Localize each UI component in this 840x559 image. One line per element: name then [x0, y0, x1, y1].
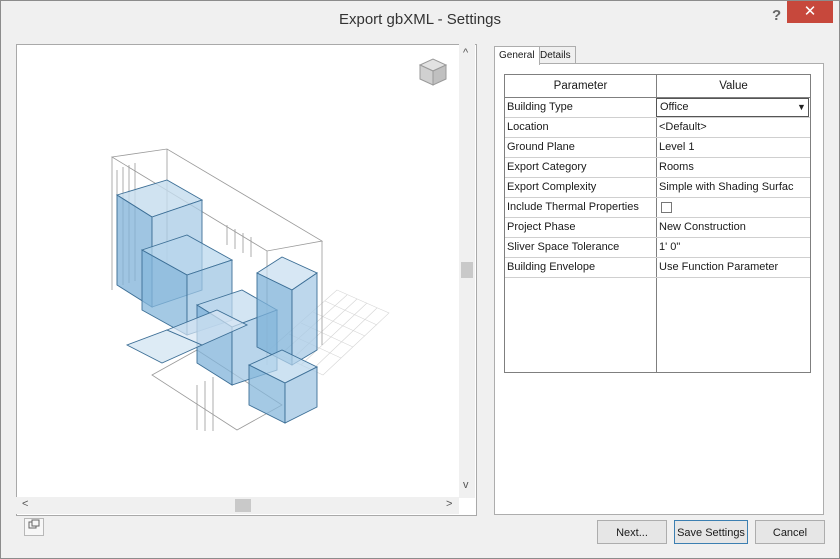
help-button[interactable]: ? — [772, 7, 781, 24]
parameter-cell: Export Category — [507, 161, 587, 173]
value-cell[interactable]: Level 1 — [657, 138, 809, 157]
tab-general[interactable]: General — [494, 46, 540, 65]
parameter-cell: Location — [507, 121, 549, 133]
title-bar: Export gbXML - Settings ? ✕ — [1, 1, 839, 38]
thermal-properties-checkbox[interactable] — [661, 202, 672, 213]
parameter-cell: Include Thermal Properties — [507, 201, 639, 213]
value-cell[interactable]: Use Function Parameter — [657, 258, 809, 277]
value-column-header: Value — [719, 80, 748, 92]
table-row[interactable]: Building Type Office ▼ — [505, 98, 810, 118]
viewcube-icon[interactable] — [418, 58, 448, 86]
value-cell[interactable]: <Default> — [657, 118, 809, 137]
table-row[interactable]: Export Complexity Simple with Shading Su… — [505, 178, 810, 198]
table-row[interactable]: Ground Plane Level 1 — [505, 138, 810, 158]
value-cell[interactable]: Simple with Shading Surfac — [657, 178, 809, 197]
parameter-cell: Export Complexity — [507, 181, 597, 193]
chevron-down-icon[interactable]: ▼ — [796, 100, 807, 115]
space-volumes — [115, 179, 319, 424]
parameter-cell: Ground Plane — [507, 141, 575, 153]
table-row[interactable]: Include Thermal Properties — [505, 198, 810, 218]
table-row[interactable]: Export Category Rooms — [505, 158, 810, 178]
table-row[interactable]: Sliver Space Tolerance 1' 0" — [505, 238, 810, 258]
value-cell[interactable]: Rooms — [657, 158, 809, 177]
parameter-cell: Building Envelope — [507, 261, 596, 273]
grid-header: Parameter Value — [505, 75, 810, 98]
building-model-preview — [110, 58, 448, 431]
parameter-cell: Sliver Space Tolerance — [507, 241, 620, 253]
vertical-scrollbar[interactable]: ^ v — [459, 44, 475, 498]
scroll-right-arrow[interactable]: > — [446, 498, 452, 510]
save-settings-button[interactable]: Save Settings — [674, 520, 748, 544]
view-toggle-icon[interactable] — [24, 518, 44, 536]
scroll-left-arrow[interactable]: < — [22, 498, 28, 510]
building-type-select[interactable]: Office ▼ — [656, 98, 809, 117]
scroll-up-arrow[interactable]: ^ — [463, 47, 468, 59]
value-cell[interactable]: New Construction — [657, 218, 809, 237]
close-button[interactable]: ✕ — [787, 1, 833, 23]
horizontal-scroll-thumb[interactable] — [235, 499, 251, 512]
settings-grid: Parameter Value Building Type Office ▼ L… — [504, 74, 811, 373]
select-value: Office — [660, 101, 689, 113]
dialog-title: Export gbXML - Settings — [338, 11, 502, 28]
scroll-down-arrow[interactable]: v — [463, 479, 469, 491]
vertical-scroll-thumb[interactable] — [461, 262, 473, 278]
value-cell[interactable] — [657, 198, 809, 217]
parameter-column-header: Parameter — [553, 80, 608, 92]
parameter-cell: Project Phase — [507, 221, 576, 233]
table-row[interactable]: Location <Default> — [505, 118, 810, 138]
horizontal-scrollbar[interactable]: < > — [16, 497, 459, 514]
value-cell[interactable]: 1' 0" — [657, 238, 809, 257]
model-preview-viewport[interactable] — [16, 44, 477, 516]
next-button[interactable]: Next... — [597, 520, 667, 544]
cancel-button[interactable]: Cancel — [755, 520, 825, 544]
tab-details[interactable]: Details — [535, 46, 576, 64]
table-row[interactable]: Building Envelope Use Function Parameter — [505, 258, 810, 278]
table-row[interactable]: Project Phase New Construction — [505, 218, 810, 238]
parameter-cell: Building Type — [507, 101, 573, 113]
